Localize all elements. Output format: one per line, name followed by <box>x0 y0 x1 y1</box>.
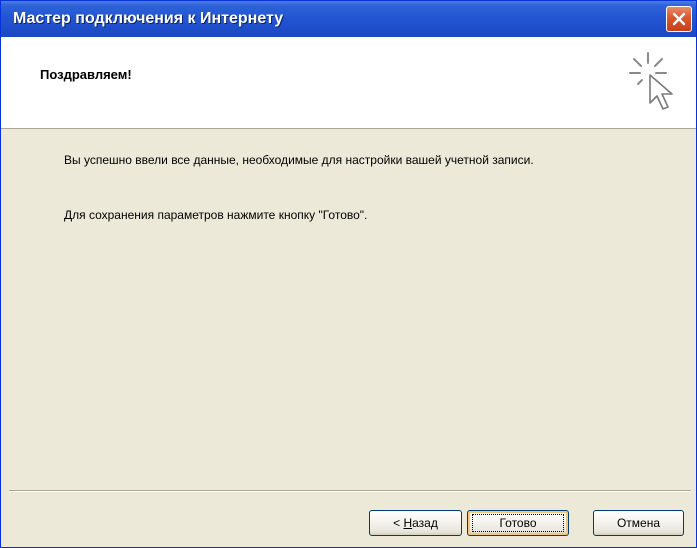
finish-button[interactable]: Готово <box>467 510 569 536</box>
back-button[interactable]: < Назад <box>369 510 462 536</box>
wizard-cursor-sparkle-icon <box>629 52 673 110</box>
back-mnemonic-label: Н <box>403 516 413 530</box>
close-icon <box>672 12 686 26</box>
button-separator <box>9 490 691 492</box>
title-bar[interactable]: Мастер подключения к Интернету <box>1 1 696 37</box>
page-title: Поздравляем! <box>40 67 132 82</box>
body-instruction: Для сохранения параметров нажмите кнопку… <box>64 208 368 222</box>
window-title: Мастер подключения к Интернету <box>13 10 284 27</box>
close-button[interactable] <box>666 6 692 32</box>
body-message: Вы успешно ввели все данные, необходимые… <box>64 153 534 167</box>
back-arrow-label: < <box>393 516 404 530</box>
wizard-header: Поздравляем! <box>1 37 696 129</box>
wizard-dialog: Мастер подключения к Интернету Поздравля… <box>0 0 697 548</box>
finish-label: Готово <box>472 514 564 532</box>
back-label: азад <box>412 516 438 530</box>
cancel-button[interactable]: Отмена <box>593 510 684 536</box>
